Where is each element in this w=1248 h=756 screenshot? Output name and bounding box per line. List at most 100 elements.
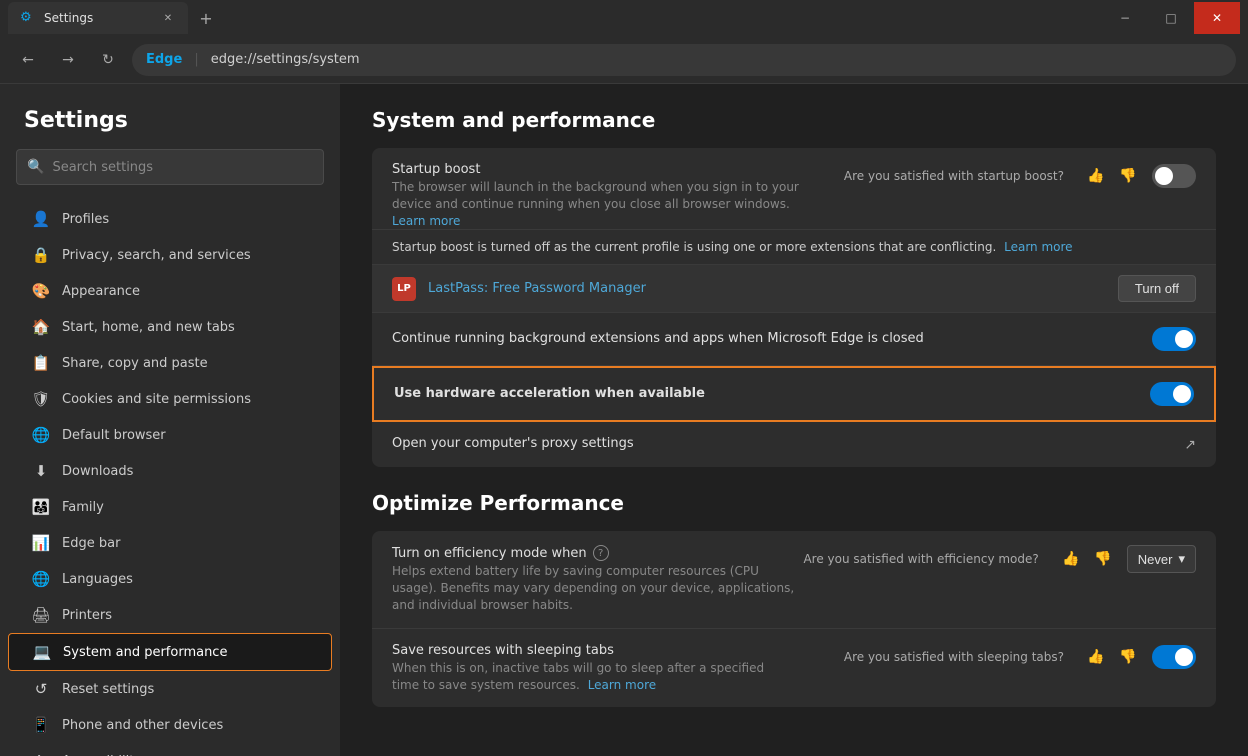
sleeping-tabs-learn-more[interactable]: Learn more bbox=[588, 678, 656, 692]
content-area: Settings 🔍 Search settings 👤 Profiles 🔒 … bbox=[0, 84, 1248, 756]
sleeping-tabs-toggle-thumb bbox=[1175, 648, 1193, 666]
sleeping-thumbs-up-icon[interactable]: 👍 bbox=[1082, 643, 1110, 671]
startup-boost-learn-more[interactable]: Learn more bbox=[392, 214, 460, 228]
proxy-settings-right: ↗ bbox=[1184, 437, 1196, 453]
title-bar: ⚙ Settings ✕ + − □ ✕ bbox=[0, 0, 1248, 36]
sidebar-item-accessibility[interactable]: ♿ Accessibility bbox=[8, 743, 332, 756]
hardware-acceleration-title: Use hardware acceleration when available bbox=[394, 386, 1150, 401]
settings-tab[interactable]: ⚙ Settings ✕ bbox=[8, 2, 188, 34]
startup-boost-toggle-thumb bbox=[1155, 167, 1173, 185]
sleeping-tabs-desc: When this is on, inactive tabs will go t… bbox=[392, 660, 772, 694]
startup-boost-left: Startup boost The browser will launch in… bbox=[392, 162, 844, 229]
sidebar-item-system[interactable]: 💻 System and performance bbox=[8, 633, 332, 671]
sidebar-item-default-browser[interactable]: 🌐 Default browser bbox=[8, 417, 332, 453]
edge-logo: Edge bbox=[146, 52, 182, 67]
sidebar-item-edge-bar[interactable]: 📊 Edge bar bbox=[8, 525, 332, 561]
hardware-acceleration-left: Use hardware acceleration when available bbox=[394, 386, 1150, 403]
refresh-button[interactable]: ↻ bbox=[92, 44, 124, 76]
sidebar-item-languages[interactable]: 🌐 Languages bbox=[8, 561, 332, 597]
efficiency-mode-desc: Helps extend battery life by saving comp… bbox=[392, 563, 803, 613]
background-apps-toggle[interactable] bbox=[1152, 327, 1196, 351]
hardware-acceleration-toggle[interactable] bbox=[1150, 382, 1194, 406]
start-home-icon: 🏠 bbox=[32, 318, 50, 336]
system-card: Startup boost The browser will launch in… bbox=[372, 148, 1216, 467]
search-placeholder: Search settings bbox=[52, 160, 153, 175]
downloads-icon: ⬇ bbox=[32, 462, 50, 480]
thumbs-down-icon[interactable]: 👎 bbox=[1114, 162, 1142, 190]
turn-off-button[interactable]: Turn off bbox=[1118, 275, 1196, 302]
sidebar-item-reset[interactable]: ↺ Reset settings bbox=[8, 671, 332, 707]
startup-boost-toggle[interactable] bbox=[1152, 164, 1196, 188]
address-bar[interactable]: Edge | edge://settings/system bbox=[132, 44, 1236, 76]
optimize-section-title: Optimize Performance bbox=[372, 491, 1216, 515]
background-apps-left: Continue running background extensions a… bbox=[392, 331, 1152, 348]
efficiency-thumbs-down-icon[interactable]: 👎 bbox=[1089, 545, 1117, 573]
sidebar-item-cookies[interactable]: 🛡 Cookies and site permissions bbox=[8, 381, 332, 417]
proxy-settings-title: Open your computer's proxy settings bbox=[392, 436, 1184, 451]
settings-tab-title: Settings bbox=[44, 11, 152, 25]
settings-tab-icon: ⚙ bbox=[20, 10, 36, 26]
startup-boost-row: Startup boost The browser will launch in… bbox=[372, 148, 1216, 229]
search-icon: 🔍 bbox=[27, 159, 44, 175]
main-content: System and performance Startup boost The… bbox=[340, 84, 1248, 756]
cookies-icon: 🛡 bbox=[32, 390, 50, 408]
sleeping-tabs-left: Save resources with sleeping tabs When t… bbox=[392, 643, 844, 694]
sidebar-item-phone[interactable]: 📱 Phone and other devices bbox=[8, 707, 332, 743]
minimize-button[interactable]: − bbox=[1102, 2, 1148, 34]
url-text: edge://settings/system bbox=[211, 52, 360, 67]
system-section-title: System and performance bbox=[372, 108, 1216, 132]
nav-bar: ← → ↻ Edge | edge://settings/system bbox=[0, 36, 1248, 84]
sleeping-thumbs-down-icon[interactable]: 👎 bbox=[1114, 643, 1142, 671]
family-icon: 👨‍👩‍👧 bbox=[32, 498, 50, 516]
maximize-button[interactable]: □ bbox=[1148, 2, 1194, 34]
hardware-acceleration-right bbox=[1150, 382, 1194, 406]
efficiency-thumbs-up-icon[interactable]: 👍 bbox=[1057, 545, 1085, 573]
background-apps-right bbox=[1152, 327, 1196, 351]
sidebar-item-privacy[interactable]: 🔒 Privacy, search, and services bbox=[8, 237, 332, 273]
sidebar: Settings 🔍 Search settings 👤 Profiles 🔒 … bbox=[0, 84, 340, 756]
sidebar-item-printers[interactable]: 🖨 Printers bbox=[8, 597, 332, 633]
sidebar-item-downloads[interactable]: ⬇ Downloads bbox=[8, 453, 332, 489]
tab-close-button[interactable]: ✕ bbox=[160, 10, 176, 26]
efficiency-mode-title: Turn on efficiency mode when ? bbox=[392, 545, 803, 561]
efficiency-mode-right: Are you satisfied with efficiency mode? … bbox=[803, 545, 1196, 573]
sidebar-title: Settings bbox=[0, 108, 340, 149]
hardware-acceleration-row: Use hardware acceleration when available bbox=[372, 366, 1216, 422]
proxy-settings-left: Open your computer's proxy settings bbox=[392, 436, 1184, 453]
sidebar-item-start-home[interactable]: 🏠 Start, home, and new tabs bbox=[8, 309, 332, 345]
background-apps-title: Continue running background extensions a… bbox=[392, 331, 1152, 346]
accessibility-icon: ♿ bbox=[32, 752, 50, 756]
close-button[interactable]: ✕ bbox=[1194, 2, 1240, 34]
efficiency-mode-dropdown[interactable]: Never ▾ bbox=[1127, 545, 1196, 573]
search-box[interactable]: 🔍 Search settings bbox=[16, 149, 324, 185]
profiles-icon: 👤 bbox=[32, 210, 50, 228]
new-tab-button[interactable]: + bbox=[192, 4, 220, 32]
extension-row: LP LastPass: Free Password Manager Turn … bbox=[372, 264, 1216, 312]
sleeping-tabs-row: Save resources with sleeping tabs When t… bbox=[372, 629, 1216, 708]
extension-name[interactable]: LastPass: Free Password Manager bbox=[428, 281, 1106, 296]
background-apps-toggle-thumb bbox=[1175, 330, 1193, 348]
sleeping-tabs-toggle[interactable] bbox=[1152, 645, 1196, 669]
efficiency-feedback: 👍 👎 bbox=[1057, 545, 1117, 573]
efficiency-mode-row: Turn on efficiency mode when ? Helps ext… bbox=[372, 531, 1216, 628]
system-icon: 💻 bbox=[33, 643, 51, 661]
sidebar-item-share[interactable]: 📋 Share, copy and paste bbox=[8, 345, 332, 381]
privacy-icon: 🔒 bbox=[32, 246, 50, 264]
forward-button[interactable]: → bbox=[52, 44, 84, 76]
languages-icon: 🌐 bbox=[32, 570, 50, 588]
sidebar-item-appearance[interactable]: 🎨 Appearance bbox=[8, 273, 332, 309]
efficiency-help-icon[interactable]: ? bbox=[593, 545, 609, 561]
thumbs-up-icon[interactable]: 👍 bbox=[1082, 162, 1110, 190]
optimize-card: Turn on efficiency mode when ? Helps ext… bbox=[372, 531, 1216, 707]
sidebar-item-profiles[interactable]: 👤 Profiles bbox=[8, 201, 332, 237]
default-browser-icon: 🌐 bbox=[32, 426, 50, 444]
startup-boost-right: Are you satisfied with startup boost? 👍 … bbox=[844, 162, 1196, 190]
sleeping-tabs-title: Save resources with sleeping tabs bbox=[392, 643, 844, 658]
back-button[interactable]: ← bbox=[12, 44, 44, 76]
sleeping-tabs-right: Are you satisfied with sleeping tabs? 👍 … bbox=[844, 643, 1196, 671]
proxy-settings-row[interactable]: Open your computer's proxy settings ↗ bbox=[372, 422, 1216, 467]
warning-learn-more[interactable]: Learn more bbox=[1004, 240, 1072, 254]
sidebar-item-family[interactable]: 👨‍👩‍👧 Family bbox=[8, 489, 332, 525]
share-icon: 📋 bbox=[32, 354, 50, 372]
hardware-acceleration-toggle-thumb bbox=[1173, 385, 1191, 403]
